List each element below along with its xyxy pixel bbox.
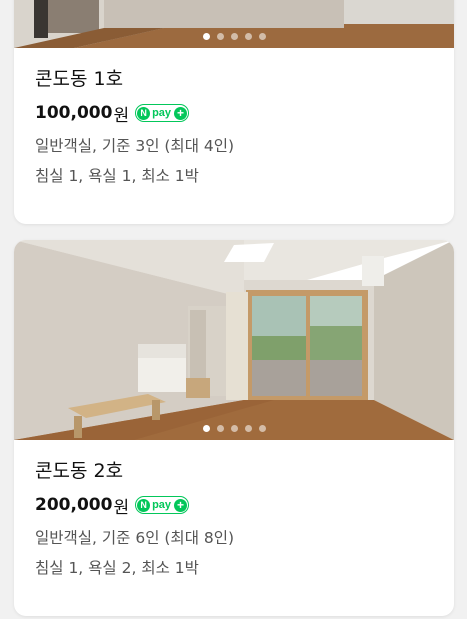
plus-icon: + [174, 498, 188, 512]
carousel-dot[interactable] [216, 425, 224, 432]
carousel-dot[interactable] [258, 33, 266, 40]
npay-n-icon: N [137, 106, 151, 120]
carousel-dot-active[interactable] [202, 33, 210, 40]
carousel-dot[interactable] [230, 33, 238, 40]
npay-badge: N pay + [135, 104, 190, 122]
room-title: 콘도동 2호 [35, 460, 124, 482]
room-title: 콘도동 1호 [35, 68, 124, 90]
room-card-2[interactable]: 콘도동 2호 200,000 원 N pay + 일반객실, 기준 6인 (최대… [14, 240, 454, 616]
carousel-dot[interactable] [258, 425, 266, 432]
room-card-1[interactable]: 콘도동 1호 100,000 원 N pay + 일반객실, 기준 3인 (최대… [14, 0, 454, 224]
room-photo-carousel[interactable] [14, 0, 454, 48]
npay-label: pay [152, 107, 172, 119]
price-unit: 원 [113, 105, 130, 126]
room-photo [14, 0, 454, 48]
carousel-dot[interactable] [216, 33, 224, 40]
npay-badge: N pay + [135, 496, 190, 514]
carousel-dots [14, 33, 454, 40]
room-description: 일반객실, 기준 6인 (최대 8인) [35, 529, 235, 547]
price-unit: 원 [113, 497, 130, 518]
price-row: 200,000 원 N pay + [35, 493, 433, 518]
room-photo [14, 240, 454, 440]
room-details: 침실 1, 욕실 2, 최소 1박 [35, 559, 199, 577]
room-price: 100,000 [35, 103, 113, 123]
plus-icon: + [174, 106, 188, 120]
npay-n-icon: N [137, 498, 151, 512]
carousel-dots [14, 425, 454, 432]
carousel-dot-active[interactable] [202, 425, 210, 432]
price-row: 100,000 원 N pay + [35, 101, 433, 126]
npay-label: pay [152, 499, 172, 511]
carousel-dot[interactable] [244, 425, 252, 432]
room-price: 200,000 [35, 495, 113, 515]
room-description: 일반객실, 기준 3인 (최대 4인) [35, 137, 235, 155]
carousel-dot[interactable] [244, 33, 252, 40]
room-photo-carousel[interactable] [14, 240, 454, 440]
carousel-dot[interactable] [230, 425, 238, 432]
room-details: 침실 1, 욕실 1, 최소 1박 [35, 167, 199, 185]
